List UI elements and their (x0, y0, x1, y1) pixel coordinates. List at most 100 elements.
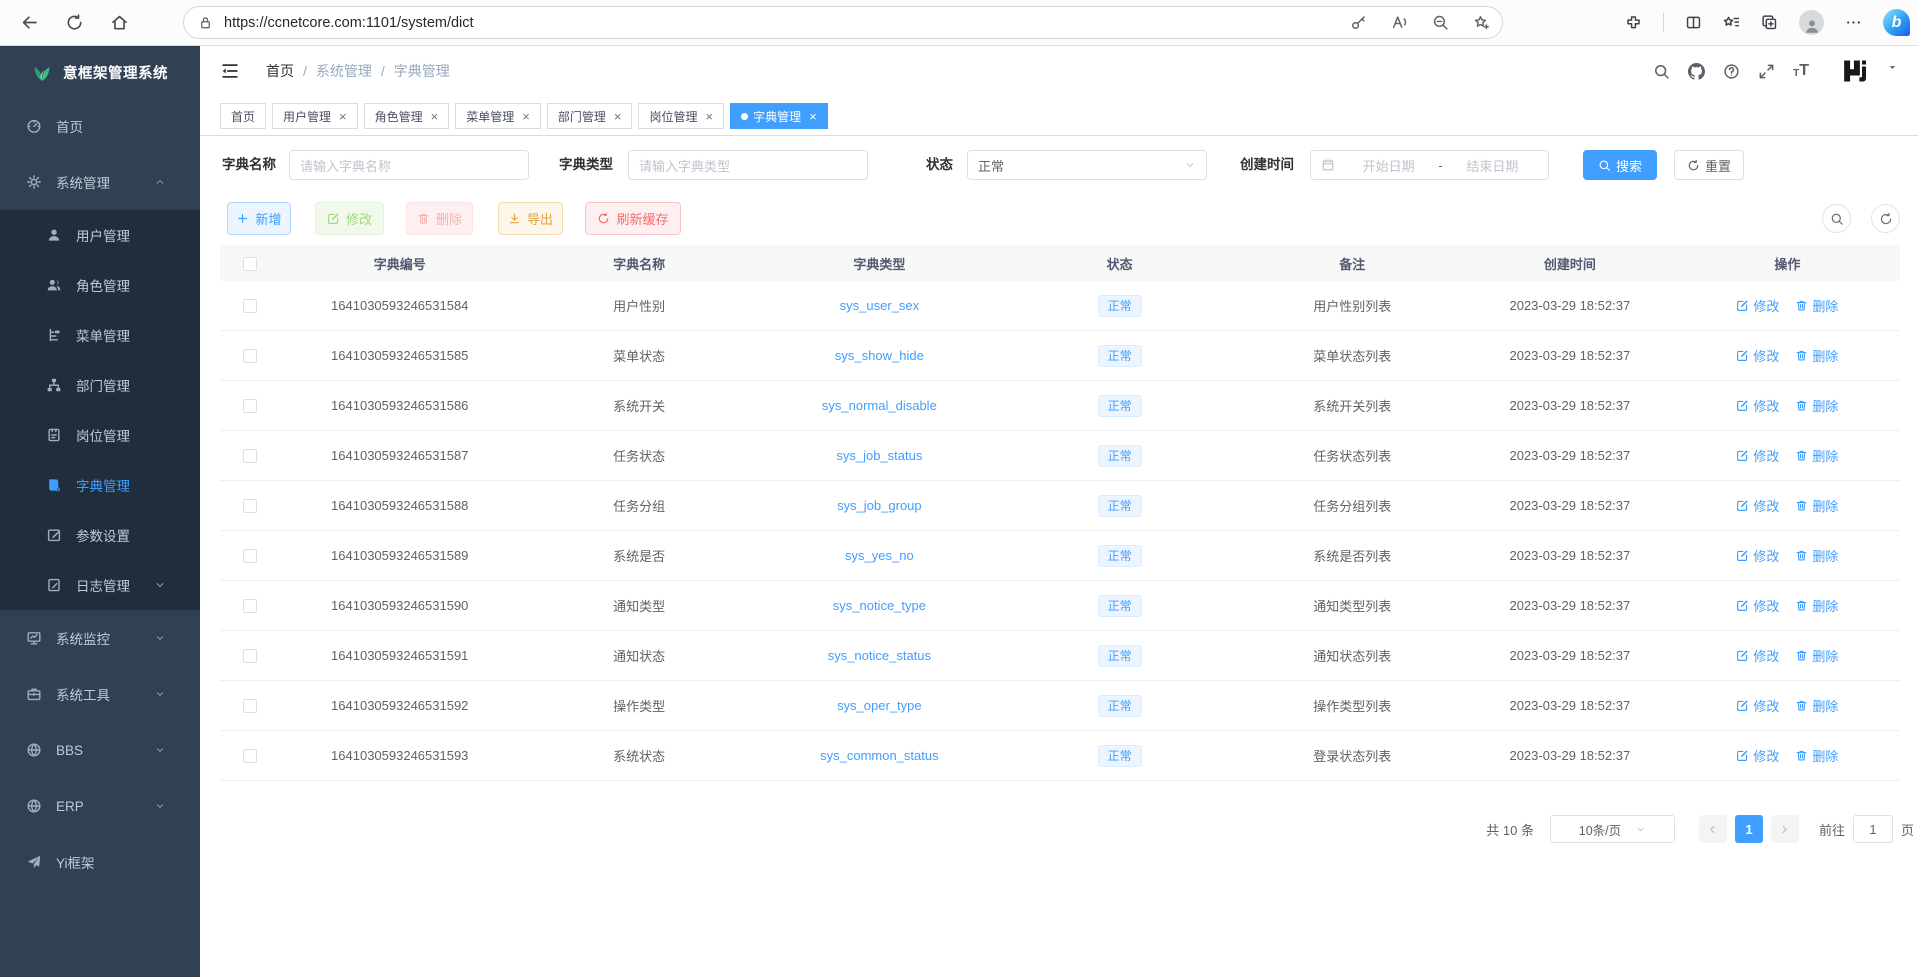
prev-page-button[interactable] (1699, 815, 1727, 843)
split-screen-icon[interactable] (1685, 14, 1702, 31)
select-all-checkbox[interactable] (243, 257, 257, 271)
row-edit-link[interactable]: 修改 (1736, 496, 1779, 515)
status-select[interactable]: 正常 (967, 150, 1207, 180)
profile-avatar[interactable] (1799, 10, 1824, 35)
row-checkbox[interactable] (243, 649, 257, 663)
row-edit-link[interactable]: 修改 (1736, 446, 1779, 465)
sidebar-item-dict-mgmt[interactable]: 字典管理 (0, 460, 200, 510)
row-delete-link[interactable]: 删除 (1795, 396, 1838, 415)
sidebar-item-log-mgmt[interactable]: 日志管理 (0, 560, 200, 610)
show-search-button[interactable] (1822, 204, 1851, 233)
dict-type-link[interactable]: sys_notice_status (828, 648, 931, 663)
tab-role-mgmt[interactable]: 角色管理× (364, 103, 450, 129)
tab-dict-mgmt[interactable]: 字典管理× (730, 103, 828, 129)
add-button[interactable]: 新增 (227, 202, 291, 235)
row-checkbox[interactable] (243, 599, 257, 613)
extensions-icon[interactable] (1625, 14, 1642, 31)
user-menu-caret-icon[interactable] (1887, 62, 1898, 73)
export-button[interactable]: 导出 (498, 202, 563, 235)
search-icon[interactable] (1653, 63, 1670, 80)
key-icon[interactable] (1350, 14, 1367, 31)
row-delete-link[interactable]: 删除 (1795, 546, 1838, 565)
copilot-icon[interactable]: b (1883, 9, 1910, 36)
url-text[interactable]: https://ccnetcore.com:1101/system/dict (224, 15, 1350, 31)
close-icon[interactable]: × (705, 109, 713, 124)
search-button[interactable]: 搜索 (1583, 150, 1657, 180)
lock-icon[interactable] (198, 15, 213, 30)
close-icon[interactable]: × (809, 109, 817, 124)
yi-logo[interactable] (1841, 57, 1869, 85)
row-edit-link[interactable]: 修改 (1736, 546, 1779, 565)
goto-page-input[interactable]: 1 (1853, 815, 1893, 843)
sidebar-collapse-icon[interactable] (220, 61, 240, 81)
edit-button[interactable]: 修改 (315, 202, 384, 235)
row-edit-link[interactable]: 修改 (1736, 696, 1779, 715)
favorites-icon[interactable] (1723, 14, 1740, 31)
tab-home[interactable]: 首页 (220, 103, 266, 129)
row-delete-link[interactable]: 删除 (1795, 446, 1838, 465)
dict-type-link[interactable]: sys_oper_type (837, 698, 922, 713)
sidebar-item-bbs[interactable]: BBS (0, 722, 200, 778)
row-edit-link[interactable]: 修改 (1736, 396, 1779, 415)
row-delete-link[interactable]: 删除 (1795, 596, 1838, 615)
sidebar-item-erp[interactable]: ERP (0, 778, 200, 834)
sidebar-item-param-settings[interactable]: 参数设置 (0, 510, 200, 560)
dict-type-link[interactable]: sys_show_hide (835, 348, 924, 363)
row-checkbox[interactable] (243, 549, 257, 563)
close-icon[interactable]: × (431, 109, 439, 124)
dict-type-link[interactable]: sys_job_status (836, 448, 922, 463)
refresh-cache-button[interactable]: 刷新缓存 (585, 202, 681, 235)
dict-type-input[interactable]: 请输入字典类型 (628, 150, 868, 180)
dict-type-link[interactable]: sys_job_group (837, 498, 922, 513)
dict-type-link[interactable]: sys_normal_disable (822, 398, 937, 413)
fullscreen-icon[interactable] (1758, 63, 1775, 80)
dict-type-link[interactable]: sys_yes_no (845, 548, 914, 563)
date-range-picker[interactable]: 开始日期 - 结束日期 (1310, 150, 1549, 180)
zoom-out-icon[interactable] (1432, 14, 1449, 31)
row-checkbox[interactable] (243, 699, 257, 713)
sidebar-item-role-mgmt[interactable]: 角色管理 (0, 260, 200, 310)
row-delete-link[interactable]: 删除 (1795, 296, 1838, 315)
row-checkbox[interactable] (243, 349, 257, 363)
tab-menu-mgmt[interactable]: 菜单管理× (455, 103, 541, 129)
close-icon[interactable]: × (614, 109, 622, 124)
sidebar-item-system-monitor[interactable]: 系统监控 (0, 610, 200, 666)
row-delete-link[interactable]: 删除 (1795, 496, 1838, 515)
more-icon[interactable] (1845, 14, 1862, 31)
sidebar-item-home[interactable]: 首页 (0, 98, 200, 154)
row-delete-link[interactable]: 删除 (1795, 646, 1838, 665)
row-edit-link[interactable]: 修改 (1736, 596, 1779, 615)
sidebar-item-system-mgmt[interactable]: 系统管理 (0, 154, 200, 210)
row-checkbox[interactable] (243, 449, 257, 463)
refresh-table-button[interactable] (1871, 204, 1900, 233)
row-edit-link[interactable]: 修改 (1736, 296, 1779, 315)
tab-post-mgmt[interactable]: 岗位管理× (638, 103, 724, 129)
row-checkbox[interactable] (243, 749, 257, 763)
row-edit-link[interactable]: 修改 (1736, 746, 1779, 765)
reset-button[interactable]: 重置 (1674, 150, 1744, 180)
dict-type-link[interactable]: sys_common_status (820, 748, 939, 763)
close-icon[interactable]: × (522, 109, 530, 124)
dict-name-input[interactable]: 请输入字典名称 (289, 150, 529, 180)
row-checkbox[interactable] (243, 399, 257, 413)
next-page-button[interactable] (1771, 815, 1799, 843)
add-favorite-icon[interactable] (1473, 14, 1490, 31)
page-size-select[interactable]: 10条/页 (1550, 815, 1675, 843)
row-delete-link[interactable]: 删除 (1795, 746, 1838, 765)
row-edit-link[interactable]: 修改 (1736, 646, 1779, 665)
breadcrumb-home[interactable]: 首页 (266, 61, 294, 81)
sidebar-item-dept-mgmt[interactable]: 部门管理 (0, 360, 200, 410)
dict-type-link[interactable]: sys_notice_type (833, 598, 926, 613)
sidebar-item-system-tools[interactable]: 系统工具 (0, 666, 200, 722)
sidebar-item-user-mgmt[interactable]: 用户管理 (0, 210, 200, 260)
row-checkbox[interactable] (243, 499, 257, 513)
row-checkbox[interactable] (243, 299, 257, 313)
dict-type-link[interactable]: sys_user_sex (840, 298, 919, 313)
row-edit-link[interactable]: 修改 (1736, 346, 1779, 365)
tab-user-mgmt[interactable]: 用户管理× (272, 103, 358, 129)
home-icon[interactable] (110, 13, 129, 32)
address-bar[interactable]: https://ccnetcore.com:1101/system/dict (183, 6, 1503, 39)
page-number-button[interactable]: 1 (1735, 815, 1763, 843)
breadcrumb-system[interactable]: 系统管理 (316, 61, 372, 81)
close-icon[interactable]: × (339, 109, 347, 124)
